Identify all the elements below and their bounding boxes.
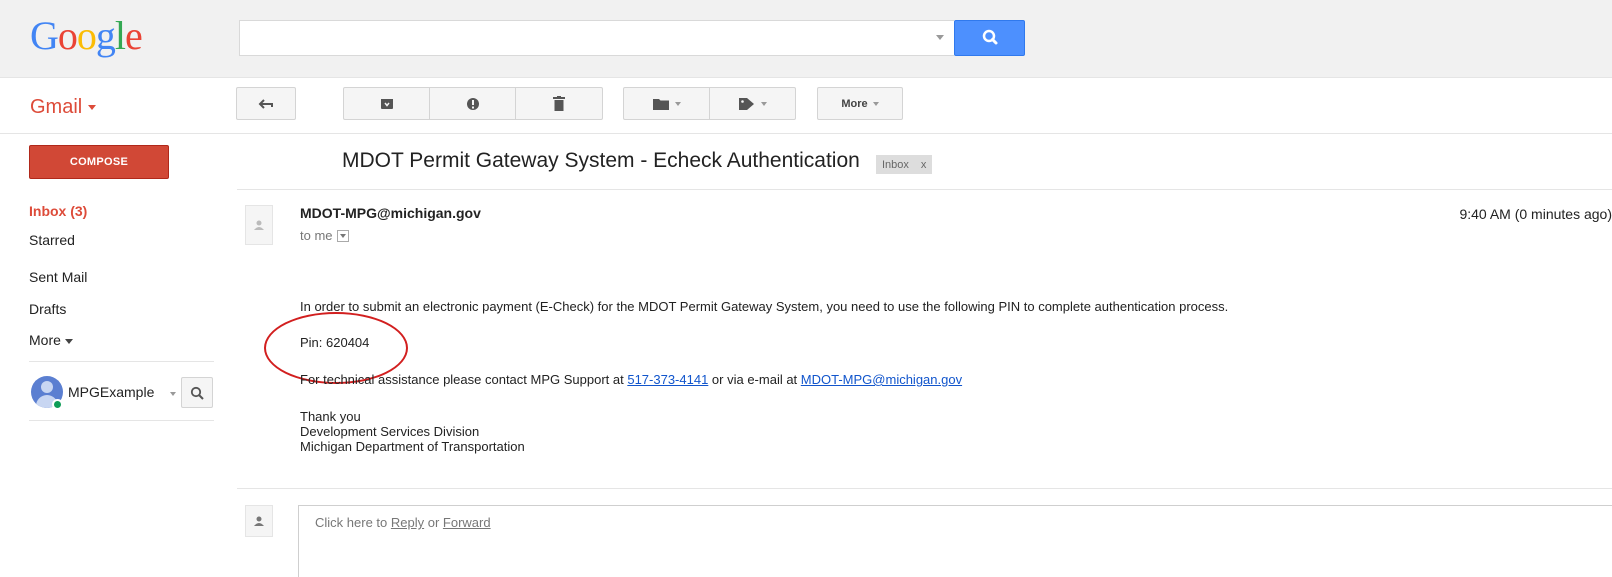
gmail-menu[interactable]: Gmail: [30, 96, 97, 119]
user-name[interactable]: MPGExample: [68, 384, 154, 400]
message-subject: MDOT Permit Gateway System - Echeck Auth…: [342, 149, 860, 172]
archive-button[interactable]: [343, 87, 430, 120]
more-button[interactable]: More: [817, 87, 903, 120]
logo-letter: e: [125, 13, 143, 58]
compose-button[interactable]: COMPOSE: [29, 145, 169, 179]
top-bar: Google: [0, 0, 1612, 78]
logo-letter: o: [76, 13, 97, 58]
search-options-chevron-icon[interactable]: [936, 35, 944, 40]
chevron-down-icon: [88, 105, 97, 111]
support-email-link[interactable]: MDOT-MPG@michigan.gov: [801, 372, 962, 387]
tag-icon: [738, 97, 754, 110]
sidebar-more-label: More: [29, 332, 61, 348]
gmail-label: Gmail: [30, 96, 83, 118]
signature-line-2: Development Services Division: [300, 424, 480, 439]
chevron-down-icon: [872, 101, 879, 106]
online-status-icon: [52, 399, 63, 410]
sidebar-item-inbox[interactable]: Inbox (3): [29, 203, 87, 219]
more-button-label: More: [841, 97, 868, 110]
google-logo[interactable]: Google: [30, 12, 143, 59]
delete-button[interactable]: [515, 87, 603, 120]
search-button[interactable]: [954, 20, 1025, 56]
report-spam-button[interactable]: [429, 87, 516, 120]
chevron-down-icon: [760, 101, 767, 106]
signature-line-3: Michigan Department of Transportation: [300, 439, 525, 454]
remove-label-icon[interactable]: x: [921, 159, 927, 171]
chevron-down-icon: [674, 101, 681, 106]
sidebar-divider: [29, 420, 214, 421]
search-input[interactable]: [239, 20, 954, 56]
logo-letter: G: [30, 13, 59, 58]
back-arrow-icon: [258, 98, 273, 109]
chevron-down-icon: [64, 338, 73, 344]
reply-prefix: Click here to: [315, 515, 391, 530]
message-time: 9:40 AM (0 minutes ago): [1459, 206, 1612, 222]
sender-avatar: [245, 205, 273, 245]
logo-letter: g: [95, 13, 116, 58]
support-prefix: For technical assistance please contact …: [300, 372, 628, 387]
support-line: For technical assistance please contact …: [300, 372, 962, 387]
logo-letter: o: [57, 13, 78, 58]
reply-box[interactable]: Click here to Reply or Forward: [298, 505, 1612, 577]
back-button[interactable]: [236, 87, 296, 120]
chevron-down-icon[interactable]: [170, 392, 176, 396]
sidebar-divider: [29, 361, 214, 362]
search-icon: [982, 29, 998, 45]
body-intro: In order to submit an electronic payment…: [300, 299, 1229, 314]
support-mid: or via e-mail at: [708, 372, 801, 387]
reply-link[interactable]: Reply: [391, 515, 424, 530]
inbox-label-chip: Inbox x: [876, 155, 933, 174]
my-avatar: [245, 505, 273, 537]
person-icon: [254, 220, 264, 230]
folder-icon: [652, 98, 669, 110]
recipient-text: to me: [300, 228, 333, 243]
toolbar-divider: [0, 133, 1612, 134]
label-chip-text: Inbox: [882, 158, 909, 171]
person-icon: [254, 516, 264, 526]
sidebar-item-sent-mail[interactable]: Sent Mail: [29, 269, 87, 285]
labels-button[interactable]: [709, 87, 796, 120]
report-spam-icon: [466, 97, 479, 110]
show-details-icon[interactable]: [336, 229, 349, 242]
support-phone-link[interactable]: 517-373-4141: [627, 372, 708, 387]
move-to-button[interactable]: [623, 87, 710, 120]
reply-mid: or: [424, 515, 443, 530]
signature-line-1: Thank you: [300, 409, 361, 424]
sidebar-item-drafts[interactable]: Drafts: [29, 301, 66, 317]
recipient-line: to me: [300, 228, 349, 243]
sender-email[interactable]: MDOT-MPG@michigan.gov: [300, 205, 481, 221]
people-search-button[interactable]: [181, 377, 213, 408]
forward-link[interactable]: Forward: [443, 515, 491, 530]
reply-divider: [237, 488, 1612, 489]
sidebar-item-starred[interactable]: Starred: [29, 232, 75, 248]
message-divider: [237, 189, 1612, 190]
archive-icon: [380, 98, 393, 109]
search-icon: [190, 386, 204, 400]
trash-icon: [553, 96, 565, 111]
logo-letter: l: [114, 13, 126, 58]
sidebar-item-more[interactable]: More: [29, 332, 73, 348]
